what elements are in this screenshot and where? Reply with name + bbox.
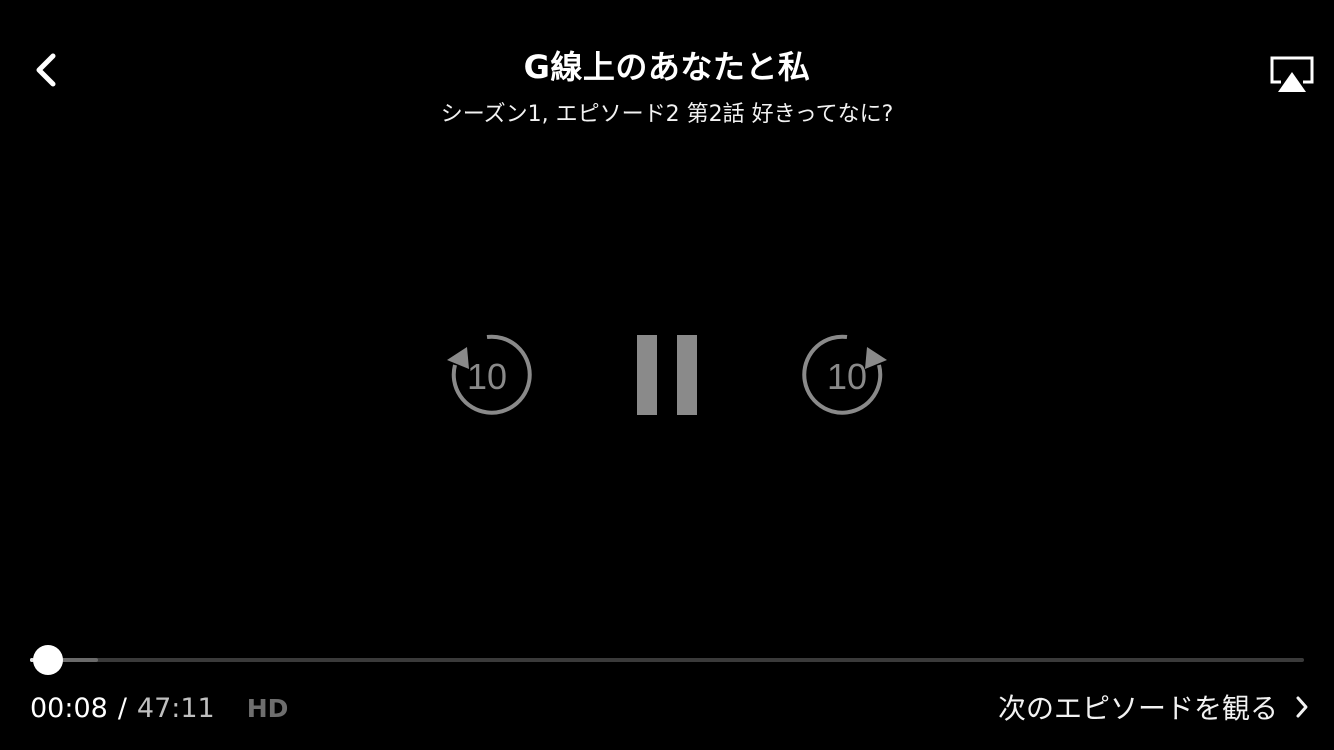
next-episode-label: 次のエピソードを観る [997,692,1278,725]
chevron-right-icon [1294,695,1310,719]
rewind-10-icon: 10 [447,334,532,415]
current-time: 00:08 [30,692,108,724]
progress-track [30,658,1304,662]
total-time: 47:11 [136,692,215,724]
time-separator: / [117,692,127,724]
progress-bar[interactable] [30,645,1304,675]
time-display: 00:08 / 47:11 HD [30,688,288,728]
airplay-icon [1270,56,1314,92]
episode-subtitle: シーズン1, エピソード2 第2話 好きってなに? [440,102,894,127]
pause-button[interactable] [627,325,707,425]
video-player[interactable]: G線上のあなたと私 シーズン1, エピソード2 第2話 好きってなに? 10 1… [0,0,1334,750]
rewind-10-button[interactable]: 10 [437,325,537,425]
forward-10-icon: 10 [802,334,887,415]
rewind-10-label: 10 [467,356,507,397]
scrubber-handle[interactable] [33,645,63,675]
airplay-button[interactable] [1262,48,1322,100]
forward-10-label: 10 [827,356,867,397]
next-episode-button[interactable]: 次のエピソードを観る [998,686,1310,728]
forward-10-button[interactable]: 10 [797,325,897,425]
pause-icon [637,335,697,415]
hd-badge: HD [246,693,289,723]
episode-title: G線上のあなたと私 [523,48,811,86]
